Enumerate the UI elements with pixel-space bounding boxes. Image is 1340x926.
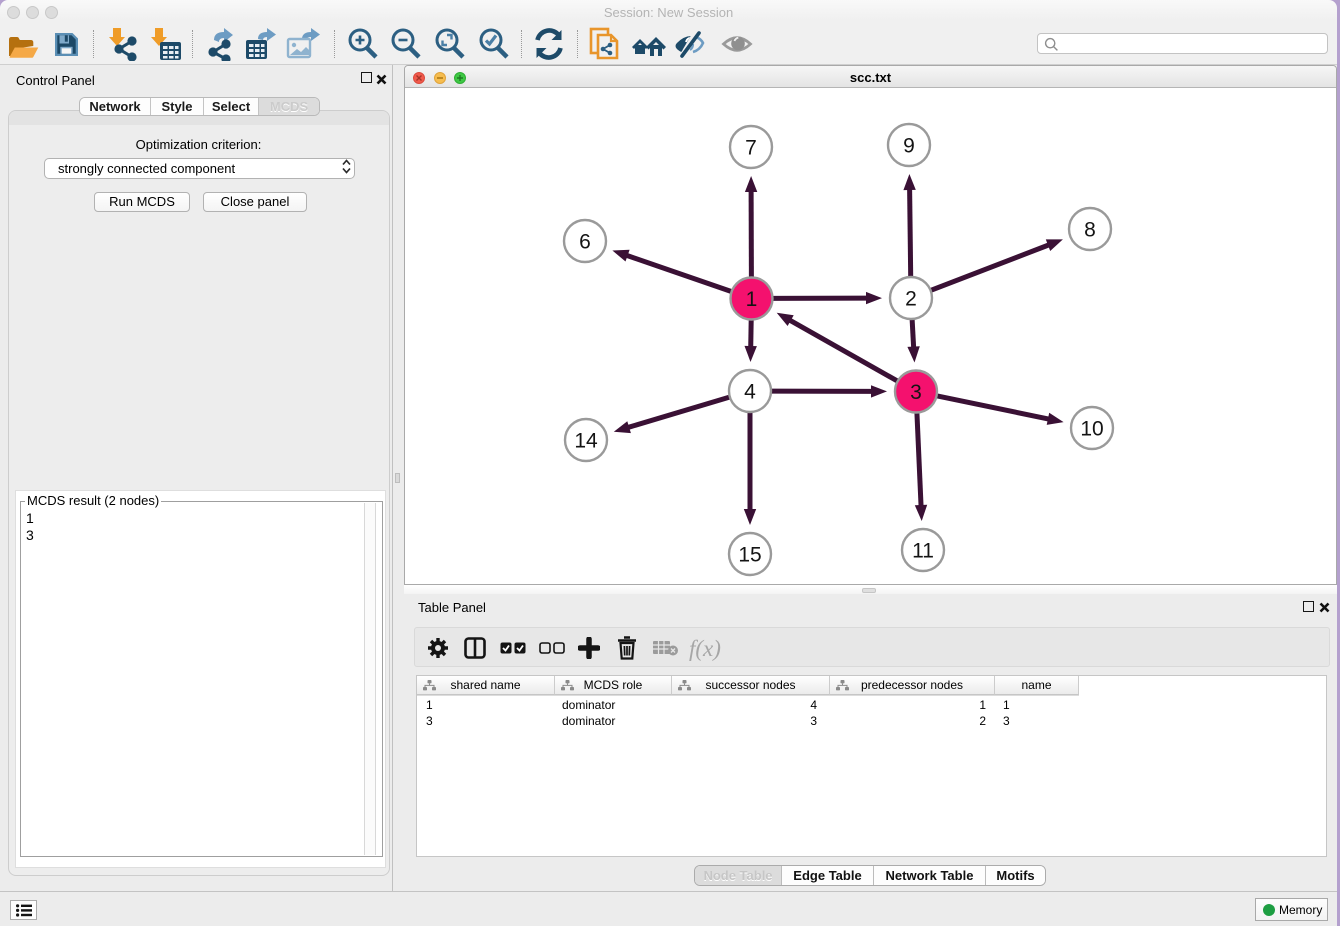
svg-text:1: 1 (746, 288, 758, 311)
svg-text:15: 15 (738, 544, 761, 567)
svg-text:4: 4 (744, 381, 756, 404)
svg-text:8: 8 (1084, 219, 1096, 242)
svg-text:7: 7 (745, 137, 757, 160)
svg-text:14: 14 (574, 430, 598, 453)
svg-text:10: 10 (1080, 418, 1103, 441)
svg-text:9: 9 (903, 135, 915, 158)
svg-text:3: 3 (910, 381, 922, 404)
svg-text:6: 6 (579, 231, 591, 254)
svg-text:2: 2 (905, 288, 917, 311)
svg-text:11: 11 (912, 540, 934, 563)
